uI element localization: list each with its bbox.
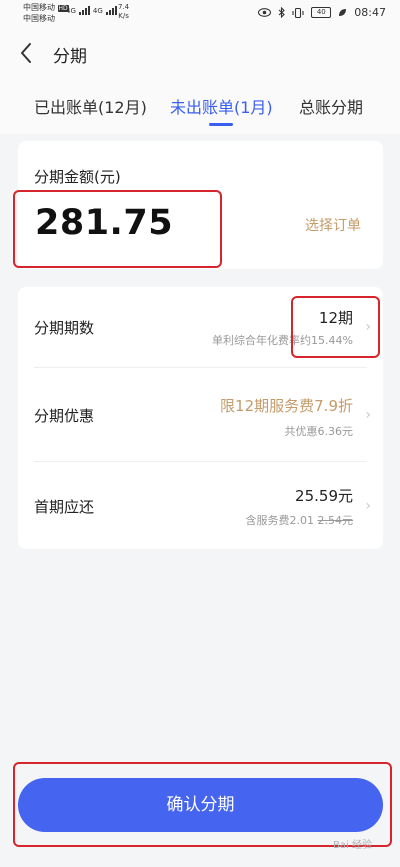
carrier-2: 中国移动 [23,14,55,23]
confirm-highlight-box [13,762,392,847]
back-arrow-icon[interactable] [14,40,40,66]
tab-total-installment[interactable]: 总账分期 [299,94,363,118]
row-label: 首期应还 [34,498,95,516]
carrier-info: 中国移动 HD 中国移动 [23,3,69,24]
amount-label: 分期金额(元) [34,168,121,186]
page-title: 分期 [53,47,87,67]
signal-bars-icon [105,5,117,15]
periods-highlight-box [291,296,380,358]
network-speed: 7.4 K/s [118,3,129,21]
speed-value: 7.4 [118,3,130,11]
status-bar: 中国移动 HD 中国移动 4G 4G 7.4 K/s 40 08:47 [0,0,400,30]
signal-bars-icon [78,5,90,15]
bill-tabs: 已出账单(12月) 未出账单(1月) 总账分期 [0,80,400,134]
row-first-payment[interactable]: 首期应还 25.59元 含服务费2.01 2.54元 › [18,462,383,549]
vibrate-icon [292,7,304,18]
discount-savings: 共优惠6.36元 [284,425,354,438]
signal-indicators: 4G 4G [66,5,117,15]
chevron-right-icon: › [365,498,371,514]
clock: 08:47 [354,6,386,19]
watermark: Bai 经验 [333,840,372,851]
service-fee-text: 含服务费2.01 [245,514,315,527]
active-tab-indicator [209,123,233,126]
first-payment-value: 25.59元 [295,487,353,505]
service-fee-note: 含服务费2.01 2.54元 [246,512,354,528]
status-right: 40 08:47 [258,6,386,19]
carrier-1: 中国移动 [23,3,55,12]
chevron-right-icon: › [365,407,371,423]
network-type-1: 4G [66,7,76,15]
select-order-link[interactable]: 选择订单 [305,215,361,235]
eye-icon [258,8,272,17]
header: 分期 [0,30,400,80]
row-installment-discount[interactable]: 分期优惠 限12期服务费7.9折 共优惠6.36元 › [18,368,383,461]
leaf-icon [339,9,347,16]
original-fee: 2.54元 [317,514,354,527]
tab-unbilled[interactable]: 未出账单(1月) [170,94,273,118]
tab-billed[interactable]: 已出账单(12月) [34,94,147,118]
battery-icon: 40 [311,7,332,18]
discount-value: 限12期服务费7.9折 [220,397,353,415]
amount-highlight-box [13,190,222,268]
speed-unit: K/s [118,12,129,20]
row-label: 分期优惠 [34,407,95,425]
bluetooth-icon [278,7,286,18]
row-label: 分期期数 [34,319,95,337]
network-type-2: 4G [92,7,103,15]
